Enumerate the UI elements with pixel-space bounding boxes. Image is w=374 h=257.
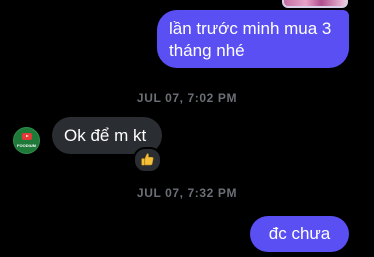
message-timestamp: JUL 07, 7:02 PM — [136, 91, 238, 105]
thumbs-up-icon — [141, 153, 154, 166]
avatar[interactable]: FOODIUM — [13, 127, 40, 154]
outgoing-message-bubble[interactable]: lần trước minh mua 3 tháng nhé — [157, 10, 349, 68]
youtube-logo-icon — [22, 133, 32, 140]
outgoing-message-bubble[interactable]: đc chưa ạ — [250, 216, 349, 252]
shared-media-thumbnail[interactable] — [282, 0, 348, 8]
chat-thread: lần trước minh mua 3 tháng nhé JUL 07, 7… — [0, 0, 374, 257]
avatar-label: FOODIUM — [17, 143, 36, 148]
message-timestamp: JUL 07, 7:32 PM — [136, 186, 238, 200]
reaction-badge[interactable] — [133, 147, 162, 173]
